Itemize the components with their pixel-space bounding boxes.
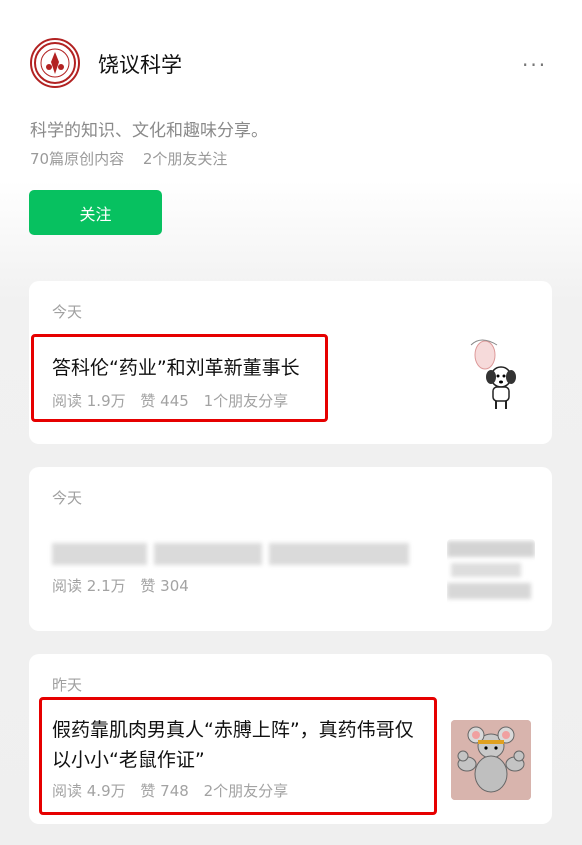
- follow-button[interactable]: 关注: [29, 190, 162, 235]
- friends-following: 2个朋友关注: [142, 150, 228, 168]
- blurred-thumbnail[interactable]: [447, 539, 535, 605]
- article-day: 昨天: [52, 676, 83, 694]
- article-title-line: 假药靠肌肉男真人“赤膊上阵”，真药伟哥仅: [52, 719, 414, 741]
- rat-bodybuilder[interactable]: [451, 720, 531, 800]
- share-count: 1个朋友分享: [203, 392, 289, 410]
- account-logo[interactable]: [30, 38, 80, 88]
- article-title-line: 以小小“老鼠作证”: [52, 749, 205, 771]
- read-count: 阅读 2.1万: [52, 577, 126, 595]
- account-stats: 70篇原创内容 2个朋友关注: [30, 148, 227, 169]
- dog-cartoon[interactable]: [451, 333, 531, 413]
- read-count: 阅读 1.9万: [52, 392, 126, 410]
- article-card[interactable]: 昨天 假药靠肌肉男真人“赤膊上阵”，真药伟哥仅 以小小“老鼠作证” 阅读 4.9…: [29, 654, 552, 824]
- article-title[interactable]: 答科伦“药业”和刘革新董事长: [52, 353, 300, 383]
- more-icon[interactable]: ···: [522, 53, 547, 77]
- account-header: 饶议科学 ··· 科学的知识、文化和趣味分享。 70篇原创内容 2个朋友关注 关…: [0, 0, 582, 260]
- like-count: 赞 445: [140, 392, 189, 410]
- article-day: 今天: [52, 303, 83, 321]
- read-count: 阅读 4.9万: [52, 782, 126, 800]
- like-count: 赞 748: [140, 782, 189, 800]
- article-card[interactable]: 今天 阅读 2.1万 赞 304: [29, 467, 552, 631]
- article-day: 今天: [52, 489, 83, 507]
- like-count: 赞 304: [140, 577, 189, 595]
- article-card[interactable]: 今天 答科伦“药业”和刘革新董事长 阅读 1.9万 赞 445 1个朋友分享: [29, 281, 552, 444]
- original-count: 70篇原创内容: [30, 150, 125, 168]
- article-title[interactable]: 假药靠肌肉男真人“赤膊上阵”，真药伟哥仅 以小小“老鼠作证”: [52, 715, 432, 775]
- article-meta: 阅读 2.1万 赞 304: [52, 575, 189, 596]
- account-name: 饶议科学: [98, 53, 182, 77]
- share-count: 2个朋友分享: [203, 782, 289, 800]
- article-meta: 阅读 4.9万 赞 748 2个朋友分享: [52, 780, 288, 801]
- account-description: 科学的知识、文化和趣味分享。: [30, 121, 268, 141]
- article-meta: 阅读 1.9万 赞 445 1个朋友分享: [52, 390, 288, 411]
